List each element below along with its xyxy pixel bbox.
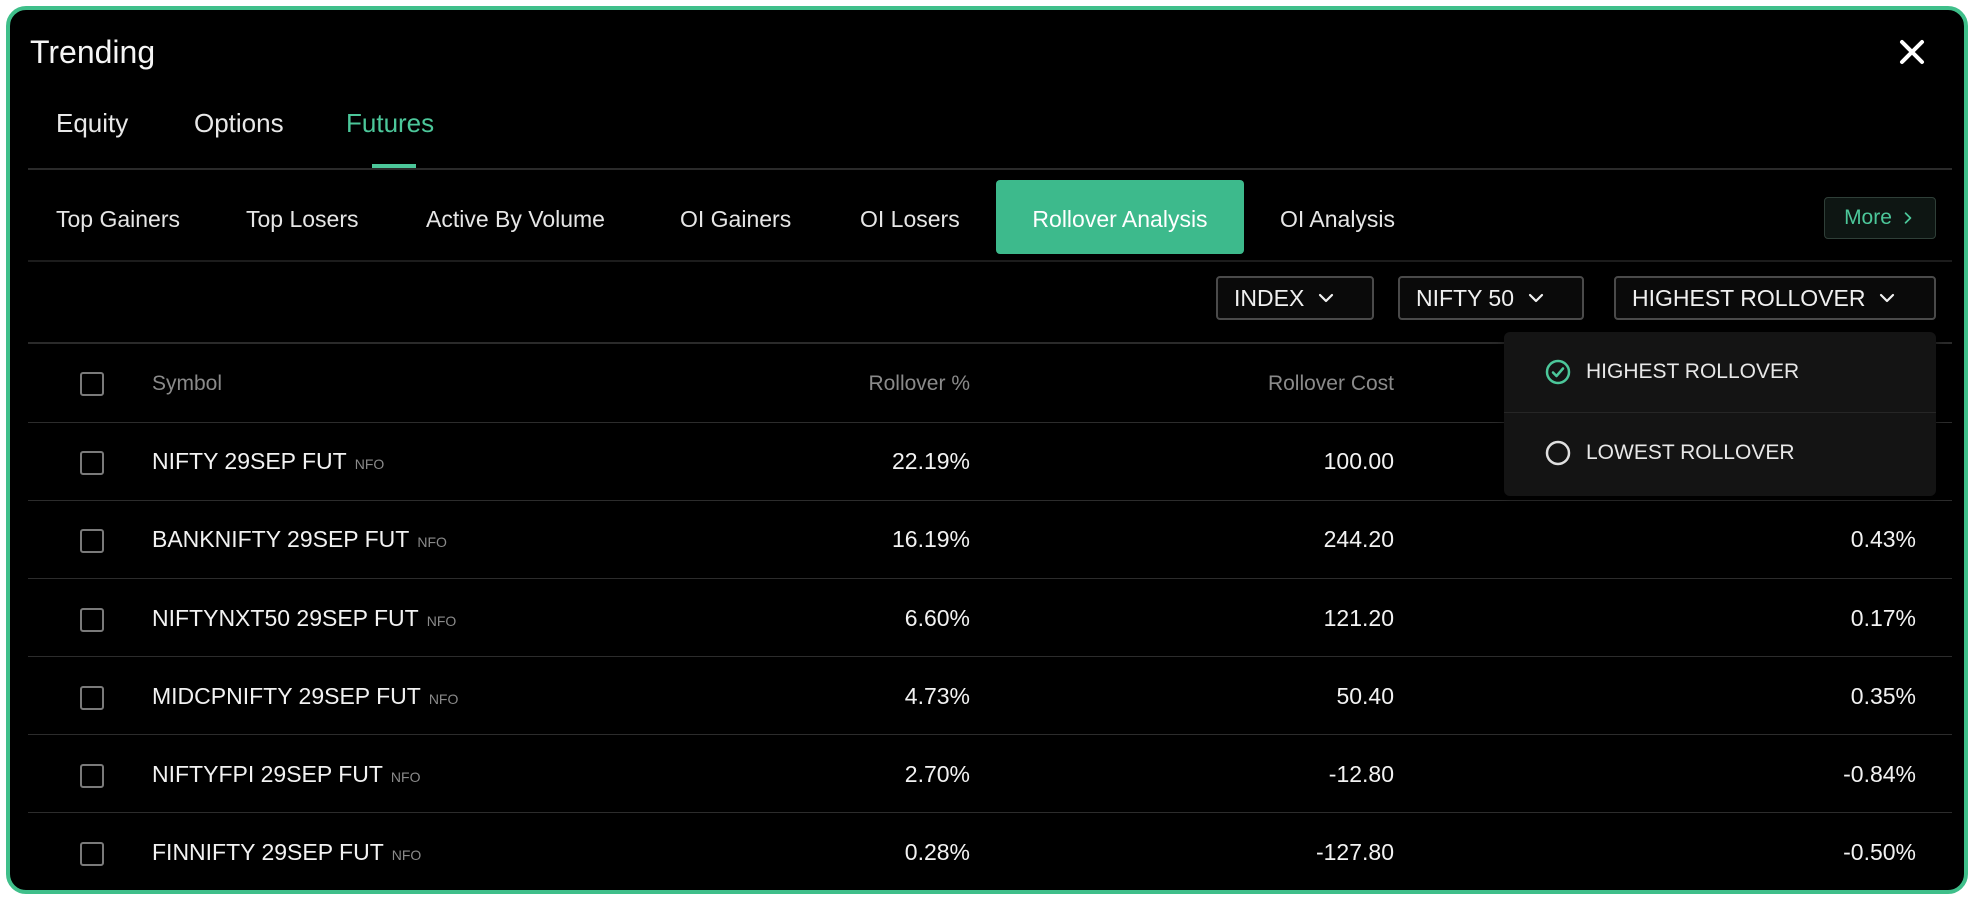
tab-futures[interactable]: Futures <box>346 108 434 139</box>
symbol-name: NIFTY 29SEP FUT <box>152 448 347 474</box>
sort-option-lowest[interactable]: LOWEST ROLLOVER <box>1504 413 1936 493</box>
row-checkbox[interactable] <box>80 608 104 632</box>
symbol-name: NIFTYFPI 29SEP FUT <box>152 761 383 787</box>
chevron-right-icon <box>1904 212 1912 224</box>
row-separator <box>28 500 1952 501</box>
subtab-oi-gainers[interactable]: OI Gainers <box>680 206 791 233</box>
rollover-pct-cell: 6.60% <box>904 605 970 631</box>
chevron-down-icon <box>1880 293 1895 303</box>
exchange-tag: NFO <box>390 769 421 785</box>
symbol-name: BANKNIFTY 29SEP FUT <box>152 526 410 552</box>
sort-options-menu: HIGHEST ROLLOVER LOWEST ROLLOVER <box>1504 332 1936 496</box>
exchange-tag: NFO <box>428 691 459 707</box>
index-value: NIFTY 50 <box>1416 284 1514 311</box>
exchange-tag: NFO <box>391 847 422 863</box>
tab-equity[interactable]: Equity <box>56 108 128 139</box>
row-checkbox[interactable] <box>80 764 104 788</box>
subtab-oi-losers[interactable]: OI Losers <box>860 206 960 233</box>
change-cell: -0.84% <box>1843 761 1916 787</box>
segment-dropdown[interactable]: INDEX <box>1216 276 1374 320</box>
rollover-cost-cell: 121.20 <box>1323 605 1394 631</box>
col-symbol[interactable]: Symbol <box>152 372 222 396</box>
rollover-pct-cell: 22.19% <box>891 448 970 474</box>
exchange-tag: NFO <box>426 613 457 629</box>
index-dropdown[interactable]: NIFTY 50 <box>1398 276 1584 320</box>
subtab-top-gainers[interactable]: Top Gainers <box>56 206 180 233</box>
rollover-pct-cell: 16.19% <box>891 526 970 552</box>
select-all-checkbox[interactable] <box>80 372 104 396</box>
sort-value: HIGHEST ROLLOVER <box>1632 284 1866 311</box>
symbol-cell[interactable]: MIDCPNIFTY 29SEP FUT NFO <box>152 683 458 710</box>
row-separator <box>28 812 1952 813</box>
symbol-name: MIDCPNIFTY 29SEP FUT <box>152 683 421 709</box>
row-checkbox[interactable] <box>80 842 104 866</box>
sort-option-label: HIGHEST ROLLOVER <box>1586 360 1800 383</box>
segment-value: INDEX <box>1234 284 1305 311</box>
radio-empty-icon <box>1545 440 1571 466</box>
trending-panel: Trending Equity Options Futures Top Gain… <box>6 6 1968 894</box>
rollover-pct-cell: 2.70% <box>904 761 970 787</box>
tabs-divider <box>28 168 1952 170</box>
close-button[interactable] <box>1892 32 1932 72</box>
col-rollover-cost[interactable]: Rollover Cost <box>1180 372 1394 396</box>
rollover-cost-cell: -127.80 <box>1315 839 1394 865</box>
row-checkbox[interactable] <box>80 451 104 475</box>
row-separator <box>28 734 1952 735</box>
exchange-tag: NFO <box>417 534 447 550</box>
symbol-cell[interactable]: NIFTY 29SEP FUT NFO <box>152 448 384 475</box>
change-cell: -0.50% <box>1843 839 1916 865</box>
symbol-name: NIFTYNXT50 29SEP FUT <box>152 605 419 631</box>
more-button[interactable]: More <box>1824 197 1936 239</box>
subtabs-divider <box>28 260 1952 262</box>
change-cell: 0.43% <box>1850 526 1916 552</box>
row-checkbox[interactable] <box>80 686 104 710</box>
row-separator <box>28 656 1952 657</box>
rollover-pct-cell: 0.28% <box>904 839 970 865</box>
rollover-cost-cell: 244.20 <box>1323 526 1394 552</box>
subtab-oi-analysis[interactable]: OI Analysis <box>1280 206 1395 233</box>
symbol-cell[interactable]: NIFTYNXT50 29SEP FUT NFO <box>152 605 456 632</box>
more-label: More <box>1844 206 1892 229</box>
rollover-pct-cell: 4.73% <box>904 683 970 709</box>
sort-option-label: LOWEST ROLLOVER <box>1586 441 1795 464</box>
tab-options[interactable]: Options <box>194 108 284 139</box>
subtab-active-by-volume[interactable]: Active By Volume <box>426 206 605 233</box>
exchange-tag: NFO <box>354 456 385 472</box>
col-rollover-pct[interactable]: Rollover % <box>770 372 970 396</box>
check-circle-icon <box>1545 359 1571 385</box>
rollover-cost-cell: 50.40 <box>1336 683 1394 709</box>
chevron-down-icon <box>1528 293 1544 303</box>
panel-title: Trending <box>30 34 156 70</box>
row-separator <box>28 578 1952 579</box>
symbol-name: FINNIFTY 29SEP FUT <box>152 839 384 865</box>
symbol-cell[interactable]: FINNIFTY 29SEP FUT NFO <box>152 839 421 866</box>
sort-dropdown[interactable]: HIGHEST ROLLOVER <box>1614 276 1936 320</box>
change-cell: 0.35% <box>1850 683 1916 709</box>
symbol-cell[interactable]: NIFTYFPI 29SEP FUT NFO <box>152 761 420 788</box>
rollover-cost-cell: 100.00 <box>1323 448 1394 474</box>
rollover-cost-cell: -12.80 <box>1328 761 1394 787</box>
chevron-down-icon <box>1319 293 1334 303</box>
symbol-cell[interactable]: BANKNIFTY 29SEP FUT NFO <box>152 526 447 553</box>
subtab-top-losers[interactable]: Top Losers <box>246 206 359 233</box>
close-icon <box>1900 40 1924 64</box>
change-cell: 0.17% <box>1850 605 1916 631</box>
subtab-rollover-analysis-label: Rollover Analysis <box>1032 206 1208 232</box>
row-checkbox[interactable] <box>80 529 104 553</box>
sort-option-highest[interactable]: HIGHEST ROLLOVER <box>1504 332 1936 412</box>
